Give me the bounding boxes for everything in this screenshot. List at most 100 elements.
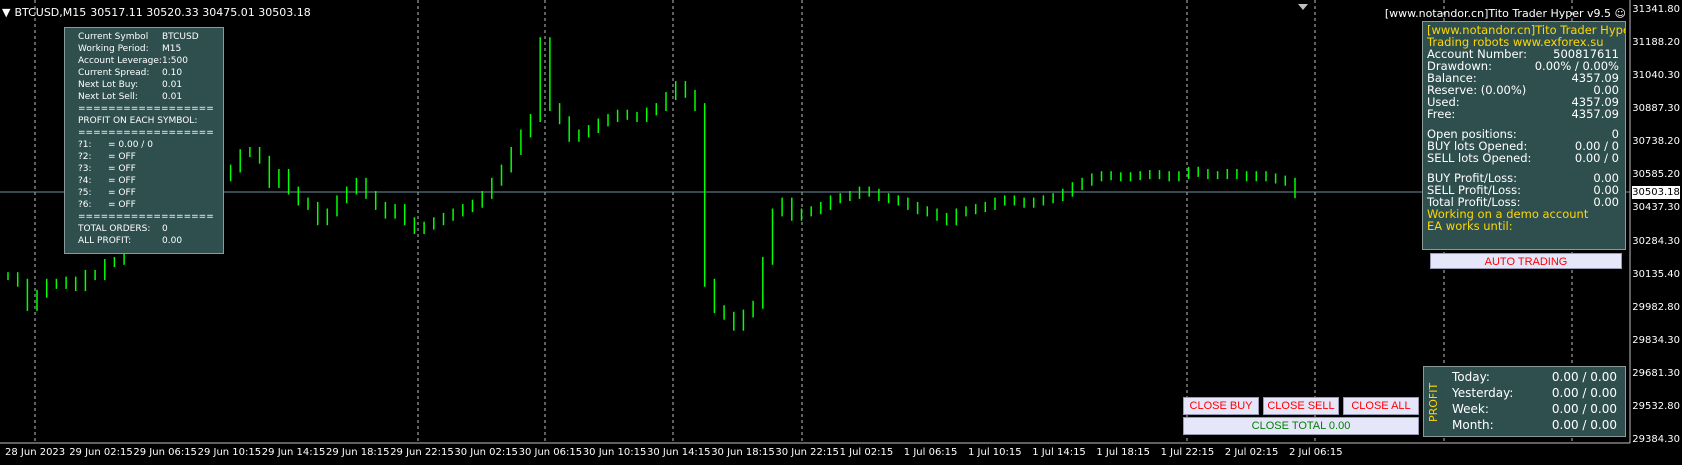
profit-row: Month: 0.00 / 0.00 [1452, 417, 1617, 433]
close-all-button[interactable]: CLOSE ALL [1343, 397, 1419, 415]
symbol-slot-value: = OFF [108, 176, 136, 186]
time-tick-label: 29 Jun 22:15 [390, 447, 454, 458]
time-tick-label: 29 Jun 02:15 [69, 447, 133, 458]
info-row: Working Period: M15 [78, 43, 223, 55]
profit-row: Week: 0.00 / 0.00 [1452, 401, 1617, 417]
profit-period-value: 0.00 / 0.00 [1551, 402, 1617, 416]
profit-period-label: Week: [1452, 402, 1489, 416]
chart-window[interactable]: ▼ BTCUSD,M15 30517.11 30520.33 30475.01 … [0, 0, 1682, 465]
info-label: Current Spread: [78, 68, 150, 78]
chart-ohlc: 30517.11 30520.33 30475.01 30503.18 [90, 5, 311, 19]
price-tick-label: 30135.40 [1632, 268, 1680, 280]
time-tick-label: 30 Jun 14:15 [647, 447, 711, 458]
time-tick-label: 29 Jun 10:15 [197, 447, 262, 458]
price-tick-label: 31040.30 [1632, 70, 1680, 82]
time-tick-label: 30 Jun 06:15 [518, 447, 583, 458]
separator: ================== [78, 128, 214, 138]
close-total-button[interactable]: CLOSE TOTAL 0.00 [1183, 417, 1419, 435]
separator: ================== [78, 104, 214, 114]
info-row: Next Lot Sell: 0.01 [78, 91, 223, 103]
info-row: Current Symbol BTCUSD [78, 31, 223, 43]
grid-lines [34, 0, 1573, 443]
account-info-panel: [www.notandor.cn]Tito Trader Hype Tradin… [1422, 21, 1626, 250]
info-value: 0.10 [162, 68, 183, 78]
price-tick-label: 30585.20 [1632, 169, 1680, 181]
symbol-slot-value: = OFF [108, 188, 136, 198]
time-tick-label: 1 Jul 06:15 [903, 447, 958, 458]
shift-marker-icon[interactable] [1298, 4, 1308, 10]
time-tick-label: 30 Jun 18:15 [711, 447, 775, 458]
price-tick-label: 31341.80 [1632, 4, 1680, 15]
all-profit-label: ALL PROFIT: [78, 236, 132, 246]
time-tick-label: 28 Jun 2023 [5, 447, 66, 458]
profit-row: Yesterday: 0.00 / 0.00 [1452, 385, 1617, 401]
profit-period-label: Today: [1452, 370, 1490, 384]
time-tick-label: 30 Jun 02:15 [454, 447, 518, 458]
info-value: 1:500 [162, 56, 188, 66]
price-tick-label: 29384.30 [1632, 434, 1680, 445]
symbol-slot-value: = OFF [108, 152, 136, 162]
symbol-slot-label: ?5: [78, 188, 92, 198]
info-row: Next Lot Buy: 0.01 [78, 79, 223, 91]
price-tick-label: 31188.20 [1632, 37, 1680, 49]
chart-header: ▼ BTCUSD,M15 30517.11 30520.33 30475.01 … [2, 4, 311, 20]
time-tick-label: 2 Jul 02:15 [1224, 447, 1279, 458]
price-tick-label: 29532.80 [1632, 400, 1680, 412]
close-buy-button[interactable]: CLOSE BUY [1183, 397, 1259, 415]
symbol-slot-value: = OFF [108, 164, 136, 174]
info-row: Current Spread: 0.10 [78, 67, 223, 79]
symbol-slot-label: ?2: [78, 152, 92, 162]
time-tick-label: 1 Jul 18:15 [1096, 447, 1150, 458]
smiley-icon[interactable]: ☺ [1615, 7, 1626, 20]
info-label: Next Lot Buy: [78, 80, 139, 90]
symbol-profit-row: ?3: = OFF [78, 163, 223, 175]
symbol-slot-label: ?4: [78, 176, 92, 186]
symbol-profit-row: ?4: = OFF [78, 175, 223, 187]
ea-title-text: [www.notandor.cn]Tito Trader Hyper v9.5 [1384, 7, 1612, 20]
value: 0.00 [1593, 195, 1619, 209]
info-row: Account Leverage: 1:500 [78, 55, 223, 67]
separator: ================== [78, 212, 214, 222]
price-tick-label: 30437.30 [1632, 202, 1680, 214]
total-orders-value: 0 [162, 224, 168, 234]
symbol-profit-row: ?5: = OFF [78, 187, 223, 199]
profit-each-title: PROFIT ON EACH SYMBOL: [78, 116, 198, 126]
info-value: M15 [162, 44, 182, 54]
total-orders-label: TOTAL ORDERS: [78, 224, 151, 234]
profit-period-label: Month: [1452, 418, 1494, 432]
symbol-info-panel: Current Symbol BTCUSD Working Period: M15 Ac… [64, 27, 224, 254]
ea-title: [www.notandor.cn]Tito Trader Hyper v9.5 … [1385, 7, 1626, 20]
price-tick-label: 30284.30 [1632, 235, 1680, 247]
price-tick-label: 29834.30 [1632, 334, 1680, 346]
time-tick-label: 1 Jul 02:15 [839, 447, 894, 458]
symbol-slot-value: = 0.00 / 0 [108, 140, 153, 150]
time-tick-label: 1 Jul 22:15 [1160, 447, 1215, 458]
info-label: Working Period: [78, 44, 149, 54]
symbol-dropdown-icon[interactable]: ▼ [2, 6, 10, 19]
all-profit-row: ALL PROFIT: 0.00 [78, 235, 223, 247]
sell-lots-row: SELL lots Opened: 0.00 / 0 [1427, 152, 1619, 164]
close-sell-button[interactable]: CLOSE SELL [1263, 397, 1339, 415]
time-tick-label: 1 Jul 10:15 [968, 447, 1022, 458]
symbol-slot-label: ?1: [78, 140, 92, 150]
profit-period-value: 0.00 / 0.00 [1551, 386, 1617, 400]
time-tick-label: 29 Jun 14:15 [261, 447, 326, 458]
time-tick-label: 30 Jun 22:15 [775, 447, 839, 458]
auto-trading-button[interactable]: AUTO TRADING [1430, 253, 1622, 269]
symbol-slot-label: ?3: [78, 164, 92, 174]
symbol-profit-row: ?2: = OFF [78, 151, 223, 163]
time-tick-label: 1 Jul 14:15 [1032, 447, 1086, 458]
price-tick-label: 29681.30 [1632, 367, 1680, 379]
chart-symbol[interactable]: BTCUSD,M15 [14, 6, 86, 19]
label: SELL lots Opened: [1427, 151, 1532, 165]
profit-period-value: 0.00 / 0.00 [1551, 370, 1617, 384]
profit-summary-panel: PROFIT Today: 0.00 / 0.00 Yesterday: 0.00 /… [1423, 366, 1626, 437]
total-orders-row: TOTAL ORDERS: 0 [78, 223, 223, 235]
value: 4357.09 [1571, 107, 1619, 121]
profit-period-label: Yesterday: [1452, 386, 1514, 400]
info-label: Account Leverage: [78, 56, 162, 66]
info-value: 0.01 [162, 80, 183, 90]
profit-period-value: 0.00 / 0.00 [1551, 418, 1617, 432]
time-tick-label: 29 Jun 18:15 [326, 447, 390, 458]
all-profit-value: 0.00 [162, 236, 183, 246]
